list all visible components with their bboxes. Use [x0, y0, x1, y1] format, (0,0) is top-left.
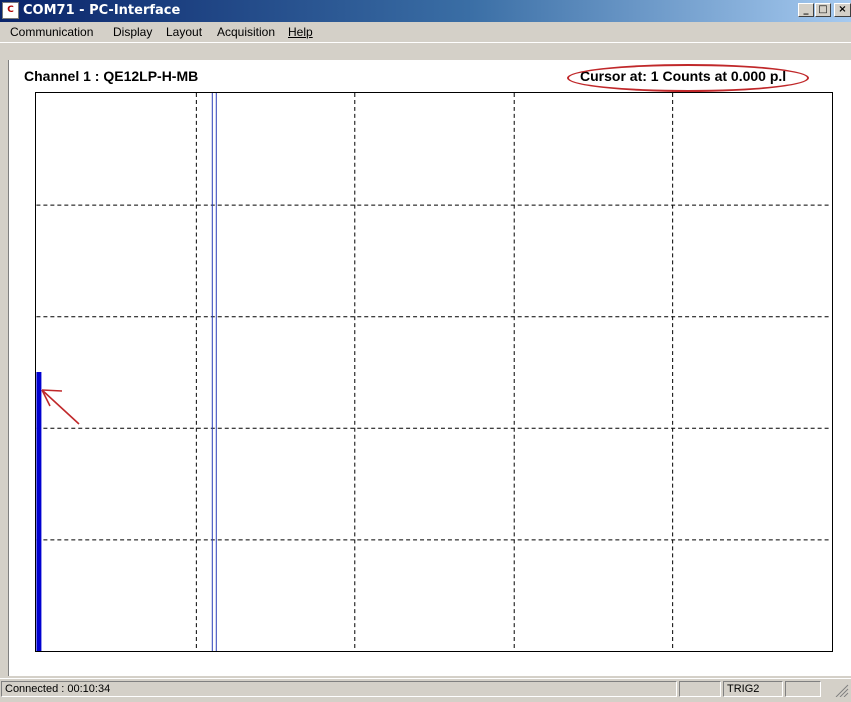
- histogram-bar: [36, 372, 42, 651]
- menu-help[interactable]: Help: [288, 25, 313, 39]
- close-button[interactable]: ×: [834, 3, 851, 17]
- plot-bars: [36, 372, 42, 651]
- plot-cursor[interactable]: [211, 93, 217, 651]
- channel-label: Channel 1 : QE12LP-H-MB: [24, 68, 199, 84]
- status-pane-empty: [679, 681, 721, 697]
- plot-grid: [36, 93, 832, 651]
- minimize-button[interactable]: _: [798, 3, 814, 17]
- cursor-readout-highlight: [567, 64, 809, 92]
- window-title: COM71 - PC-Interface: [23, 3, 181, 18]
- menu-acquisition[interactable]: Acquisition: [217, 25, 275, 39]
- status-bar: Connected : 00:10:34 TRIG2: [0, 678, 851, 699]
- menu-bar: Communication Display Layout Acquisition…: [0, 22, 851, 43]
- status-trigger: TRIG2: [723, 681, 783, 697]
- maximize-button[interactable]: □: [815, 3, 831, 17]
- menu-display[interactable]: Display: [113, 25, 152, 39]
- histogram-plot[interactable]: [35, 92, 833, 652]
- title-bar[interactable]: C COM71 - PC-Interface _ □ ×: [0, 0, 851, 22]
- size-grip-icon[interactable]: [825, 682, 849, 698]
- status-pane-empty: [785, 681, 821, 697]
- menu-communication[interactable]: Communication: [10, 25, 93, 39]
- menu-layout[interactable]: Layout: [166, 25, 202, 39]
- app-icon[interactable]: C: [2, 2, 19, 19]
- status-connection: Connected : 00:10:34: [1, 681, 677, 697]
